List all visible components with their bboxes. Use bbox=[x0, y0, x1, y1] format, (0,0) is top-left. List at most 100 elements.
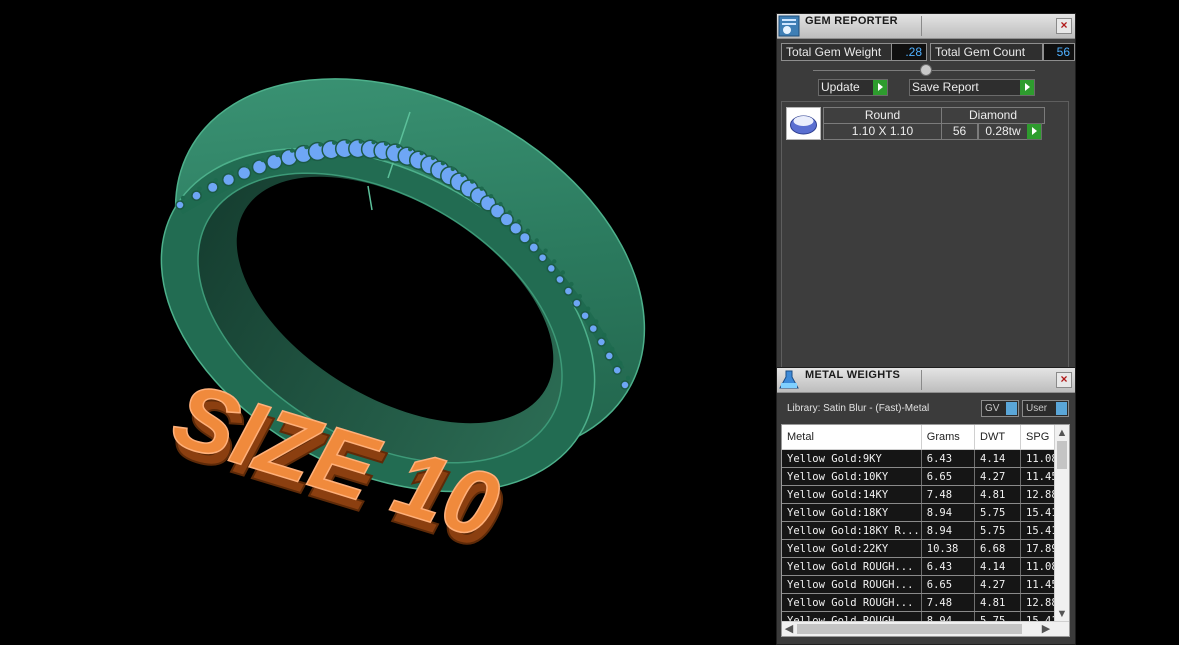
prong bbox=[430, 155, 436, 161]
prong bbox=[560, 270, 566, 275]
gem-stone bbox=[175, 200, 185, 210]
prong bbox=[332, 140, 337, 145]
gem-stone bbox=[237, 165, 252, 181]
table-row[interactable]: Yellow Gold:18KY R... 8.94 5.75 15.41 bbox=[782, 521, 1069, 540]
scroll-thumb[interactable] bbox=[1057, 441, 1067, 469]
slider-handle[interactable] bbox=[920, 64, 932, 76]
prong bbox=[610, 346, 615, 352]
prong bbox=[543, 248, 548, 253]
horizontal-scrollbar[interactable]: ◀ ▶ bbox=[782, 621, 1069, 636]
scroll-left-icon[interactable]: ◀ bbox=[783, 623, 795, 635]
prong bbox=[602, 332, 607, 338]
total-gem-count-label: Total Gem Count bbox=[930, 43, 1043, 61]
cell-dwt: 4.14 bbox=[974, 557, 1022, 576]
gem-stone bbox=[546, 263, 557, 274]
table-row[interactable]: Yellow Gold:18KY 8.94 5.75 15.41 bbox=[782, 503, 1069, 522]
cell-metal: Yellow Gold:10KY bbox=[782, 467, 922, 486]
gem-weight: 0.28tw bbox=[978, 123, 1028, 140]
table-row[interactable]: Yellow Gold:10KY 6.65 4.27 11.45 bbox=[782, 467, 1069, 486]
table-row[interactable]: Yellow Gold ROUGH... 6.43 4.14 11.08 bbox=[782, 557, 1069, 576]
cell-metal: Yellow Gold:18KY bbox=[782, 503, 922, 522]
cell-grams: 8.94 bbox=[921, 503, 976, 522]
gem-stone bbox=[191, 190, 202, 202]
gem-thumbnail[interactable] bbox=[786, 107, 821, 140]
gem-reporter-panel: GEM REPORTER × Total Gem Weight .28 Tota… bbox=[776, 13, 1076, 370]
cell-grams: 7.48 bbox=[921, 593, 976, 612]
cell-metal: Yellow Gold:9KY bbox=[782, 449, 922, 468]
scroll-right-icon[interactable]: ▶ bbox=[1040, 623, 1052, 635]
column-header-dwt[interactable]: DWT bbox=[974, 425, 1022, 450]
prong bbox=[260, 157, 265, 163]
scroll-thumb[interactable] bbox=[797, 624, 1022, 634]
cell-dwt: 4.81 bbox=[974, 593, 1022, 612]
prong bbox=[577, 294, 582, 299]
table-row[interactable]: Yellow Gold ROUGH... 6.65 4.27 11.45 bbox=[782, 575, 1069, 594]
gem-stone bbox=[612, 365, 622, 375]
cell-dwt: 4.14 bbox=[974, 449, 1022, 468]
prong bbox=[470, 179, 475, 184]
cell-dwt: 5.75 bbox=[974, 521, 1022, 540]
save-report-button[interactable]: Save Report bbox=[909, 79, 1035, 96]
gem-stone bbox=[588, 323, 599, 334]
prong bbox=[318, 142, 323, 147]
prong bbox=[275, 152, 280, 158]
cell-metal: Yellow Gold:22KY bbox=[782, 539, 922, 558]
title-separator bbox=[921, 370, 922, 390]
gem-reporter-titlebar[interactable]: GEM REPORTER × bbox=[777, 14, 1075, 39]
prong bbox=[569, 281, 574, 287]
gv-toggle[interactable]: GV bbox=[981, 400, 1019, 417]
title-separator bbox=[921, 16, 922, 36]
table-row[interactable]: Yellow Gold:22KY 10.38 6.68 17.89 bbox=[782, 539, 1069, 558]
prong bbox=[396, 143, 401, 149]
3d-viewport[interactable]: SIZE 10 SIZE 10 bbox=[0, 0, 775, 645]
close-icon[interactable]: × bbox=[1056, 18, 1072, 34]
cell-metal: Yellow Gold:14KY bbox=[782, 485, 922, 504]
prong bbox=[625, 375, 631, 381]
prong bbox=[345, 139, 350, 144]
table-row[interactable]: Yellow Gold:9KY 6.43 4.14 11.08 bbox=[782, 449, 1069, 468]
cell-metal: Yellow Gold:18KY R... bbox=[782, 521, 922, 540]
update-button-label: Update bbox=[821, 80, 860, 94]
cell-metal: Yellow Gold ROUGH... bbox=[782, 575, 922, 594]
cell-grams: 6.65 bbox=[921, 575, 976, 594]
prong bbox=[229, 170, 234, 175]
prong bbox=[585, 306, 591, 311]
gem-stone bbox=[572, 298, 582, 308]
table-row[interactable]: Yellow Gold ROUGH... 7.48 4.81 12.88 bbox=[782, 593, 1069, 612]
metal-weights-panel: METAL WEIGHTS × Library: Satin Blur - (F… bbox=[776, 367, 1076, 645]
ring-render: SIZE 10 SIZE 10 bbox=[160, 78, 646, 571]
gem-stone bbox=[528, 242, 540, 253]
gem-select-button[interactable] bbox=[1027, 123, 1042, 140]
total-gem-weight-value: .28 bbox=[891, 43, 927, 61]
gem-count: 56 bbox=[941, 123, 978, 140]
flask-icon bbox=[779, 370, 799, 389]
metal-weights-titlebar[interactable]: METAL WEIGHTS × bbox=[777, 368, 1075, 393]
cell-grams: 10.38 bbox=[921, 539, 976, 558]
gem-shape: Round bbox=[823, 107, 942, 124]
close-icon[interactable]: × bbox=[1056, 372, 1072, 388]
update-button[interactable]: Update bbox=[818, 79, 888, 96]
vertical-scrollbar[interactable]: ▲ ▼ bbox=[1054, 425, 1069, 622]
gem-reporter-title: GEM REPORTER bbox=[805, 15, 898, 27]
table-row[interactable]: Yellow Gold:14KY 7.48 4.81 12.88 bbox=[782, 485, 1069, 504]
cell-dwt: 5.75 bbox=[974, 503, 1022, 522]
prong bbox=[383, 141, 389, 146]
gem-stone bbox=[206, 181, 219, 194]
gem-stone bbox=[221, 173, 236, 187]
prong bbox=[507, 210, 512, 215]
gem-stone bbox=[604, 351, 615, 361]
scroll-down-icon[interactable]: ▼ bbox=[1056, 608, 1068, 620]
gem-stone bbox=[251, 159, 268, 175]
prong bbox=[408, 147, 413, 152]
prong bbox=[450, 166, 455, 172]
column-header-grams[interactable]: Grams bbox=[921, 425, 976, 450]
scroll-up-icon[interactable]: ▲ bbox=[1056, 427, 1068, 439]
column-header-metal[interactable]: Metal bbox=[782, 425, 922, 450]
prong bbox=[479, 186, 484, 191]
cell-grams: 8.94 bbox=[921, 521, 976, 540]
user-toggle[interactable]: User bbox=[1022, 400, 1069, 417]
cell-dwt: 4.81 bbox=[974, 485, 1022, 504]
gem-size: 1.10 X 1.10 bbox=[823, 123, 942, 140]
prong bbox=[245, 163, 250, 169]
gem-stone bbox=[509, 221, 523, 236]
